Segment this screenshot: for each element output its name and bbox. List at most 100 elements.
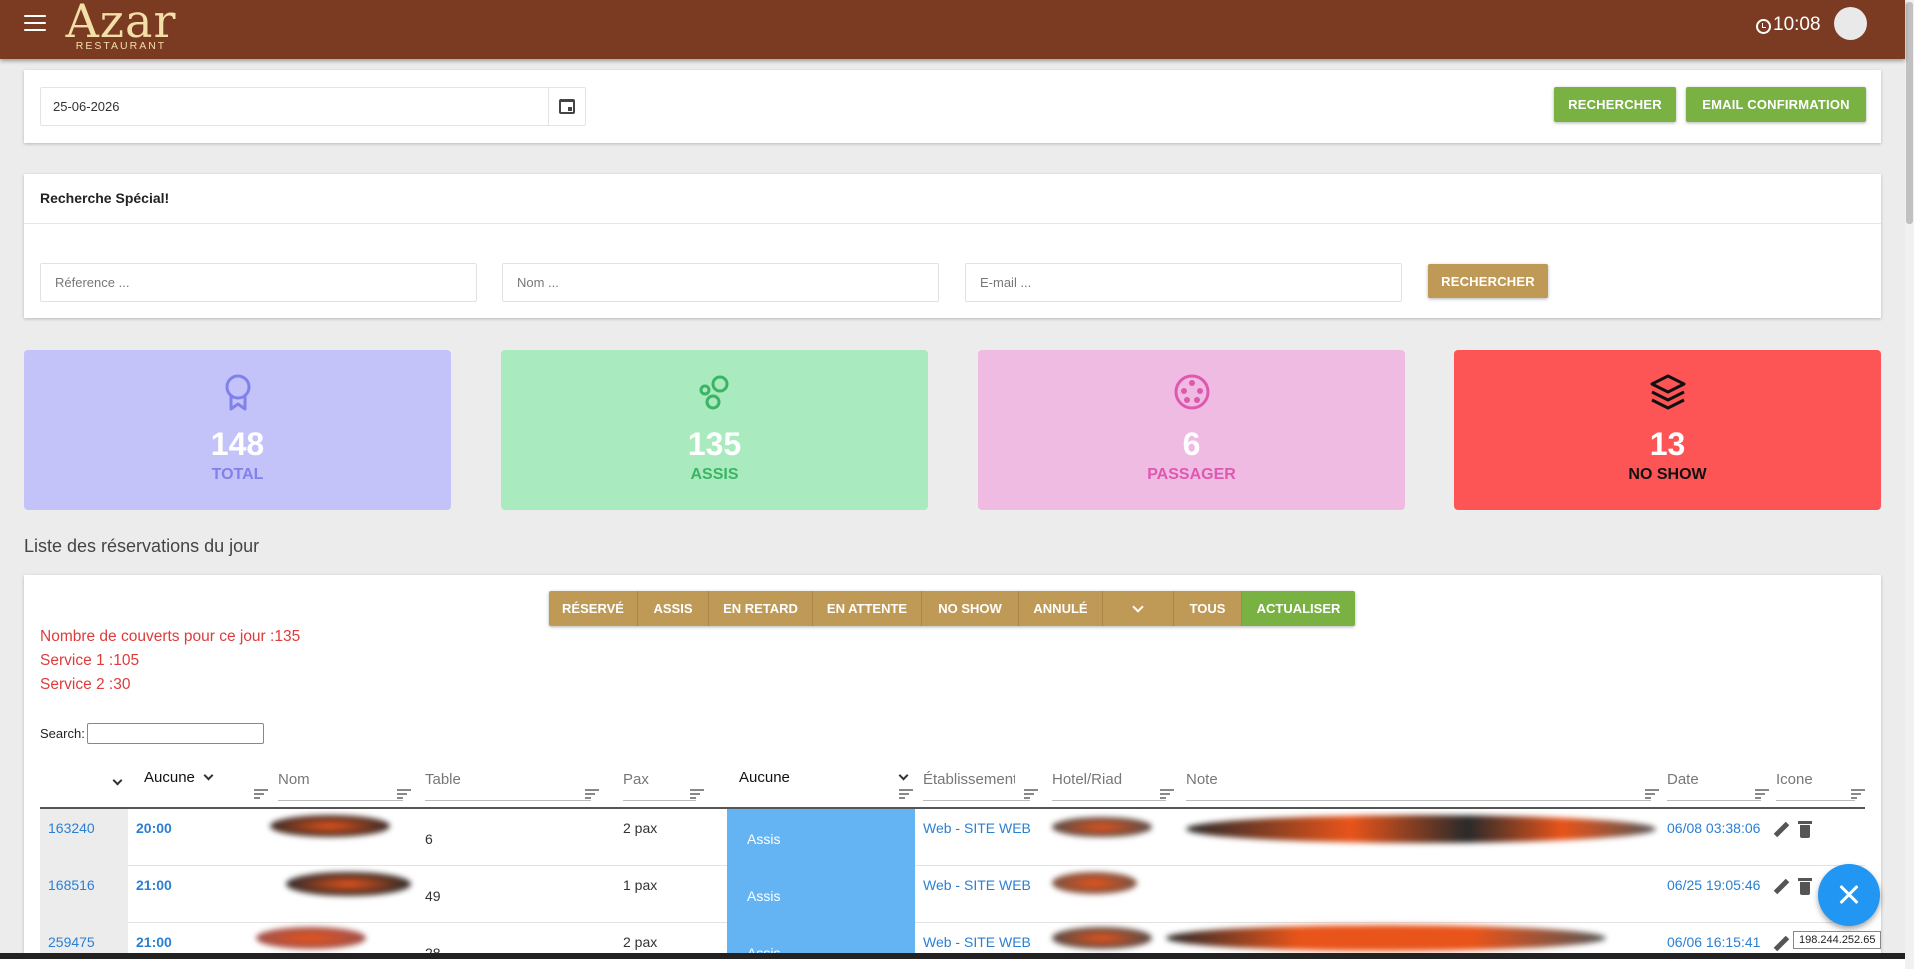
nom-input[interactable] bbox=[503, 264, 938, 301]
column-label: Table bbox=[425, 771, 461, 788]
reservation-date: 06/25 19:05:46 bbox=[1667, 877, 1761, 893]
search-button[interactable]: RECHERCHER bbox=[1554, 87, 1676, 122]
sort-icon[interactable] bbox=[585, 789, 599, 799]
sort-icon[interactable] bbox=[1160, 789, 1174, 799]
table-number: 49 bbox=[425, 888, 441, 904]
list-title: Liste des réservations du jour bbox=[24, 536, 260, 556]
stat-total: 148 TOTAL bbox=[24, 350, 451, 510]
filter-en-retard-button[interactable]: EN RETARD bbox=[709, 591, 813, 626]
stat-label: TOTAL bbox=[211, 466, 264, 483]
email-field[interactable] bbox=[965, 263, 1402, 302]
date-input[interactable] bbox=[41, 88, 521, 125]
redacted-name bbox=[256, 866, 411, 923]
table-row[interactable]: 168516 21:00 49 1 pax Assis Web - SITE W… bbox=[40, 866, 1865, 923]
reservation-ref[interactable]: 168516 bbox=[40, 866, 128, 923]
reservation-ref[interactable]: 163240 bbox=[40, 809, 128, 866]
filter-annule-button[interactable]: ANNULÉ bbox=[1019, 591, 1103, 626]
vertical-scrollbar[interactable] bbox=[1905, 0, 1914, 969]
status-badge[interactable]: Assis bbox=[727, 866, 915, 923]
sort-icon[interactable] bbox=[899, 789, 913, 799]
sort-icon[interactable] bbox=[690, 789, 704, 799]
delete-icon[interactable] bbox=[1798, 878, 1812, 895]
special-search-card: Recherche Spécial! RECHERCHER bbox=[24, 174, 1881, 318]
table-search-input[interactable] bbox=[86, 723, 264, 744]
time-filter-value: Aucune bbox=[144, 769, 195, 786]
close-fab-button[interactable] bbox=[1818, 864, 1880, 926]
column-icone-header[interactable]: Icone bbox=[1776, 761, 1875, 807]
status-filter-value: Aucune bbox=[739, 769, 790, 786]
column-nom-header[interactable]: Nom bbox=[278, 761, 411, 807]
delete-icon[interactable] bbox=[1798, 821, 1812, 838]
stat-label: PASSAGER bbox=[1147, 466, 1236, 483]
edit-icon[interactable] bbox=[1772, 878, 1790, 896]
table-row[interactable]: 163240 20:00 6 2 pax Assis Web - SITE WE… bbox=[40, 809, 1865, 866]
edit-icon[interactable] bbox=[1772, 935, 1790, 953]
reservations-card: RÉSERVÉ ASSIS EN RETARD EN ATTENTE NO SH… bbox=[24, 575, 1881, 969]
stat-label: ASSIS bbox=[690, 466, 739, 483]
column-label: Hotel/Riad bbox=[1052, 771, 1123, 788]
sort-icon[interactable] bbox=[254, 789, 268, 799]
stat-value: 13 bbox=[1649, 426, 1686, 462]
filter-no-show-button[interactable]: NO SHOW bbox=[922, 591, 1019, 626]
column-label: Note bbox=[1186, 771, 1218, 788]
reference-field[interactable] bbox=[40, 263, 477, 302]
status-filter-select[interactable]: Aucune bbox=[739, 769, 909, 786]
sort-icon[interactable] bbox=[1851, 789, 1865, 799]
edit-icon[interactable] bbox=[1772, 821, 1790, 839]
column-ref-header[interactable] bbox=[40, 761, 128, 807]
sort-icon[interactable] bbox=[397, 789, 411, 799]
nom-field[interactable] bbox=[502, 263, 939, 302]
special-search-button[interactable]: RECHERCHER bbox=[1428, 264, 1548, 298]
column-etablissement-header[interactable]: Établissement bbox=[923, 761, 1038, 807]
menu-icon[interactable] bbox=[24, 15, 46, 33]
calendar-icon[interactable] bbox=[559, 99, 575, 114]
top-bar: Azar RESTAURANT 10:08 bbox=[0, 0, 1905, 59]
refresh-button[interactable]: ACTUALISER bbox=[1242, 591, 1355, 626]
column-date-header[interactable]: Date bbox=[1667, 761, 1769, 807]
logo-subtitle: RESTAURANT bbox=[75, 40, 167, 52]
couverts-count: Nombre de couverts pour ce jour :135 bbox=[40, 628, 301, 645]
ip-tooltip: 198.244.252.65 bbox=[1793, 931, 1882, 949]
stat-value: 148 bbox=[210, 426, 265, 462]
filter-en-attente-button[interactable]: EN ATTENTE bbox=[813, 591, 922, 626]
status-badge[interactable]: Assis bbox=[727, 809, 915, 866]
filter-reserve-button[interactable]: RÉSERVÉ bbox=[549, 591, 638, 626]
redacted-note bbox=[1186, 809, 1666, 866]
status-filter-bar: RÉSERVÉ ASSIS EN RETARD EN ATTENTE NO SH… bbox=[549, 591, 1355, 626]
column-hotel-header[interactable]: Hotel/Riad bbox=[1052, 761, 1174, 807]
reference-input[interactable] bbox=[41, 264, 476, 301]
divider bbox=[24, 223, 1881, 224]
column-pax-header[interactable]: Pax bbox=[623, 761, 704, 807]
clock-time: 10:08 bbox=[1773, 14, 1821, 35]
stat-label: NO SHOW bbox=[1628, 466, 1707, 483]
column-time-header: Aucune bbox=[128, 761, 268, 807]
date-filter-card: RECHERCHER EMAIL CONFIRMATION bbox=[24, 70, 1881, 143]
email-confirmation-button[interactable]: EMAIL CONFIRMATION bbox=[1686, 87, 1866, 122]
user-avatar[interactable] bbox=[1834, 7, 1867, 40]
date-field[interactable] bbox=[40, 87, 586, 126]
time-filter-select[interactable]: Aucune bbox=[144, 769, 214, 786]
special-search-title: Recherche Spécial! bbox=[40, 190, 170, 206]
redacted-hotel bbox=[1052, 866, 1172, 923]
bottom-strip bbox=[0, 959, 1905, 969]
sort-icon[interactable] bbox=[1755, 789, 1769, 799]
table-search: Search: bbox=[40, 723, 264, 744]
column-note-header[interactable]: Note bbox=[1186, 761, 1659, 807]
service-1-count: Service 1 :105 bbox=[40, 652, 140, 669]
etablissement: Web - SITE WEB bbox=[923, 820, 1031, 836]
filter-more-dropdown[interactable] bbox=[1103, 591, 1174, 626]
restaurant-logo[interactable]: Azar RESTAURANT bbox=[61, 0, 181, 52]
service-2-count: Service 2 :30 bbox=[40, 676, 131, 693]
filter-tous-button[interactable]: TOUS bbox=[1174, 591, 1242, 626]
chevron-down-icon bbox=[203, 770, 214, 781]
stat-value: 135 bbox=[687, 426, 742, 462]
column-table-header[interactable]: Table bbox=[425, 761, 599, 807]
filter-assis-button[interactable]: ASSIS bbox=[638, 591, 709, 626]
stat-no-show: 13 NO SHOW bbox=[1454, 350, 1881, 510]
date-field-divider bbox=[548, 88, 549, 125]
email-input[interactable] bbox=[966, 264, 1401, 301]
scrollbar-thumb[interactable] bbox=[1906, 2, 1913, 224]
sort-icon[interactable] bbox=[1645, 789, 1659, 799]
chevron-down-icon bbox=[1132, 600, 1144, 613]
sort-icon[interactable] bbox=[1024, 789, 1038, 799]
